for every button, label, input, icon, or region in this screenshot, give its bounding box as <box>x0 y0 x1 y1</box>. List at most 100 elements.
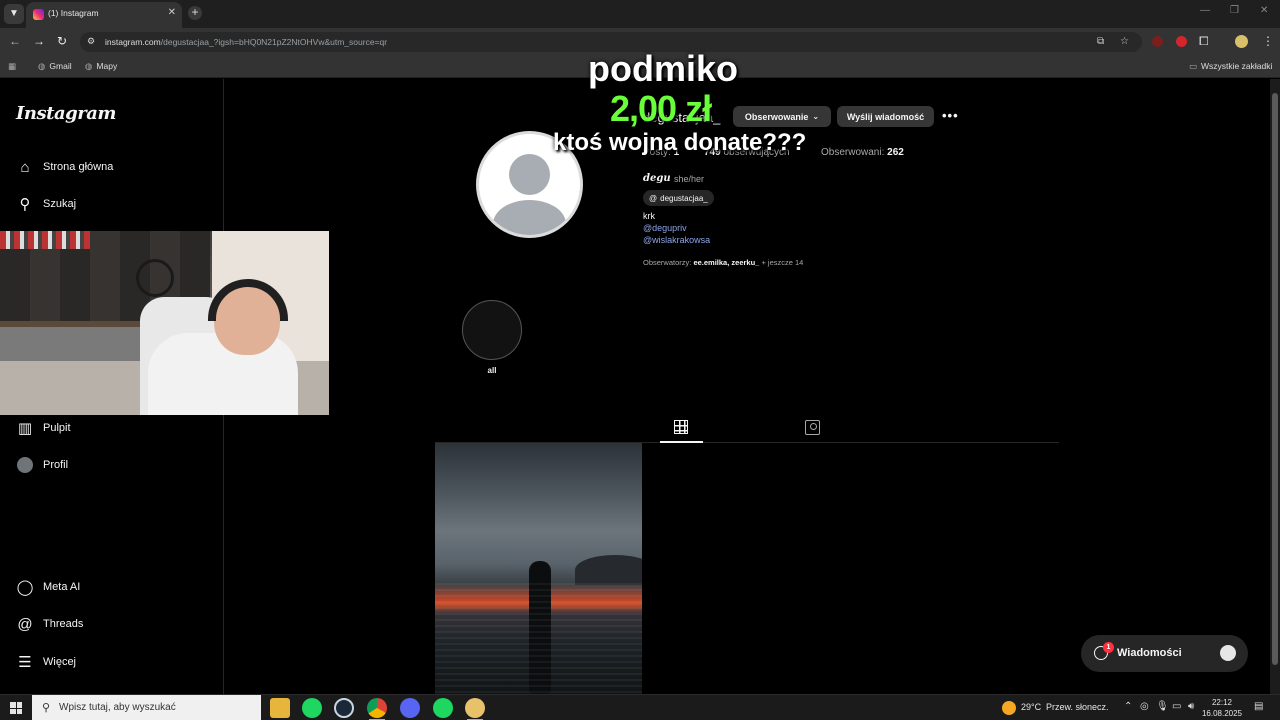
back-icon[interactable]: ← <box>9 34 21 48</box>
sidebar-item-threads[interactable]: @ Threads <box>16 613 83 635</box>
sidebar-item-label: Więcej <box>43 656 77 668</box>
browser-tab[interactable]: (1) Instagram ✕ <box>26 2 182 28</box>
menu-icon: ☰ <box>18 654 32 671</box>
bookmark-star-icon[interactable]: ☆ <box>1120 36 1129 47</box>
network-icon[interactable]: ▭ <box>1172 701 1181 712</box>
followed-by-suffix: + jeszcze 14 <box>761 258 804 267</box>
following-count: 262 <box>887 147 904 158</box>
instagram-logo[interactable]: Instagram <box>16 103 116 124</box>
story-highlight[interactable] <box>462 300 522 360</box>
bookmark-gmail[interactable]: ◍ Gmail <box>38 61 72 72</box>
sidebar-item-meta-ai[interactable]: ◯ Meta AI <box>16 576 81 598</box>
restore-icon[interactable]: ❐ <box>1230 5 1239 16</box>
donation-donor: podmiko <box>588 48 738 89</box>
avatar <box>1220 645 1236 661</box>
followed-by-prefix: Obserwatorzy: <box>643 258 692 267</box>
discord-icon[interactable] <box>400 698 420 718</box>
globe-icon: ◍ <box>38 61 46 71</box>
messages-label: Wiadomości <box>1117 647 1182 659</box>
story-highlight-label: all <box>487 366 497 375</box>
forward-icon[interactable]: → <box>33 34 45 48</box>
sidebar-item-profile[interactable]: Profil <box>16 454 68 476</box>
browser-tab-bar: ▼ (1) Instagram ✕ + — ❐ ✕ <box>0 0 1280 28</box>
close-tab-icon[interactable]: ✕ <box>168 7 176 18</box>
bio-link[interactable]: @degupriv <box>643 223 687 233</box>
sidebar-item-dashboard[interactable]: ▥ Pulpit <box>16 417 71 439</box>
chevron-down-icon: ⌄ <box>812 112 820 121</box>
weather-sun-icon[interactable] <box>1002 701 1016 715</box>
notifications-icon[interactable]: ▤ <box>1254 701 1263 712</box>
followed-by[interactable]: Obserwatorzy: ee.emilka, zeerku_ + jeszc… <box>643 258 803 267</box>
close-window-icon[interactable]: ✕ <box>1260 5 1268 16</box>
sidebar-item-label: Meta AI <box>43 581 81 593</box>
following-button[interactable]: Obserwowanie ⌄ <box>733 106 831 127</box>
page-scrollbar[interactable] <box>1270 79 1280 694</box>
profile-pronouns: she/her <box>674 174 705 184</box>
windows-taskbar: ⚲ Wpisz tutaj, aby wyszukać 29°C Przew. … <box>0 694 1280 720</box>
webcam-overlay <box>0 231 329 415</box>
reload-icon[interactable]: ↻ <box>57 34 67 48</box>
apps-grid-icon[interactable]: ▦ <box>8 61 20 72</box>
app-icon[interactable] <box>465 698 485 720</box>
following-stat[interactable]: Obserwowani: 262 <box>821 147 904 158</box>
following-button-label: Obserwowanie <box>744 111 809 122</box>
scrollbar-thumb[interactable] <box>1272 93 1278 665</box>
windows-start-icon[interactable] <box>10 702 22 714</box>
taskbar-search-placeholder: Wpisz tutaj, aby wyszukać <box>59 702 176 713</box>
profile-avatar-icon[interactable] <box>1235 35 1248 48</box>
chrome-icon[interactable] <box>367 698 387 720</box>
sidebar-item-more[interactable]: ☰ Więcej <box>16 651 76 673</box>
taskbar-clock[interactable]: 22:12 16.08.2025 <box>1200 697 1244 719</box>
url-path: /degustacjaa_?igsh=bHQ0N21pZ2NtOHVw&utm_… <box>160 37 388 47</box>
post-thumbnail[interactable] <box>435 443 642 694</box>
install-app-icon[interactable]: ⧉ <box>1097 36 1104 47</box>
url-host: instagram.com <box>105 37 161 47</box>
spotify-icon[interactable] <box>433 698 453 718</box>
steam-icon[interactable] <box>334 698 354 718</box>
sidebar-item-label: Profil <box>43 459 69 471</box>
url-text: instagram.com/degustacjaa_?igsh=bHQ0N21p… <box>105 37 387 47</box>
bookmark-label: Mapy <box>96 61 118 71</box>
messages-widget[interactable]: 1 Wiadomości <box>1081 635 1248 672</box>
posts-grid-icon[interactable] <box>674 420 688 434</box>
browser-menu-icon[interactable]: ⋮ <box>1262 34 1274 48</box>
instagram-favicon-icon <box>33 9 44 20</box>
sidebar-item-label: Szukaj <box>43 198 77 210</box>
weather-temperature[interactable]: 29°C <box>1021 702 1041 712</box>
tray-app-icon[interactable]: ◎ <box>1140 701 1149 712</box>
donation-message: ktoś wojna donate??? <box>553 129 807 156</box>
new-tab-button[interactable]: + <box>188 6 202 20</box>
tray-chevron-up-icon[interactable]: ⌃ <box>1124 701 1132 712</box>
volume-icon[interactable]: 🔊︎ <box>1188 701 1194 712</box>
extension-icon[interactable] <box>1176 36 1187 47</box>
tagged-icon[interactable] <box>805 420 820 435</box>
site-info-icon[interactable]: ⚙ <box>87 36 95 47</box>
bookmark-mapy[interactable]: ◍ Mapy <box>85 61 117 72</box>
taskbar-search[interactable]: ⚲ Wpisz tutaj, aby wyszukać <box>32 695 261 720</box>
sidebar-item-home[interactable]: ⌂ Strona główna <box>16 156 113 178</box>
followed-by-names: ee.emilka, zeerku_ <box>693 258 760 267</box>
send-message-label: Wyślij wiadomość <box>846 111 925 122</box>
globe-icon: ◍ <box>85 61 93 71</box>
threads-icon: @ <box>17 615 33 633</box>
sidebar-item-search[interactable]: ⚲ Szukaj <box>16 193 77 215</box>
messages-badge: 1 <box>1103 642 1114 653</box>
minimize-icon[interactable]: — <box>1200 5 1210 16</box>
extensions-puzzle-icon[interactable]: ⧠ <box>1199 34 1209 49</box>
bio-link[interactable]: @wislakrakowsa <box>643 235 710 245</box>
extension-icon[interactable] <box>1152 36 1163 47</box>
send-message-button[interactable]: Wyślij wiadomość <box>837 106 934 127</box>
tab-search-button[interactable]: ▼ <box>4 4 24 24</box>
donation-amount: 2,00 zł <box>610 88 712 129</box>
all-bookmarks[interactable]: ▭ Wszystkie zakładki <box>1189 61 1272 72</box>
more-options-icon[interactable]: ••• <box>942 108 959 123</box>
threads-badge[interactable]: @ degustacjaa_ <box>643 190 714 206</box>
all-bookmarks-label: Wszystkie zakładki <box>1201 61 1273 71</box>
dashboard-icon: ▥ <box>17 420 33 437</box>
file-explorer-icon[interactable] <box>270 698 290 718</box>
active-tab-indicator <box>660 441 703 443</box>
spotify-icon[interactable] <box>302 698 322 718</box>
search-icon: ⚲ <box>19 196 31 213</box>
microphone-icon[interactable]: 🎙︎ <box>1156 701 1169 712</box>
weather-condition[interactable]: Przew. słonecz. <box>1046 702 1109 712</box>
